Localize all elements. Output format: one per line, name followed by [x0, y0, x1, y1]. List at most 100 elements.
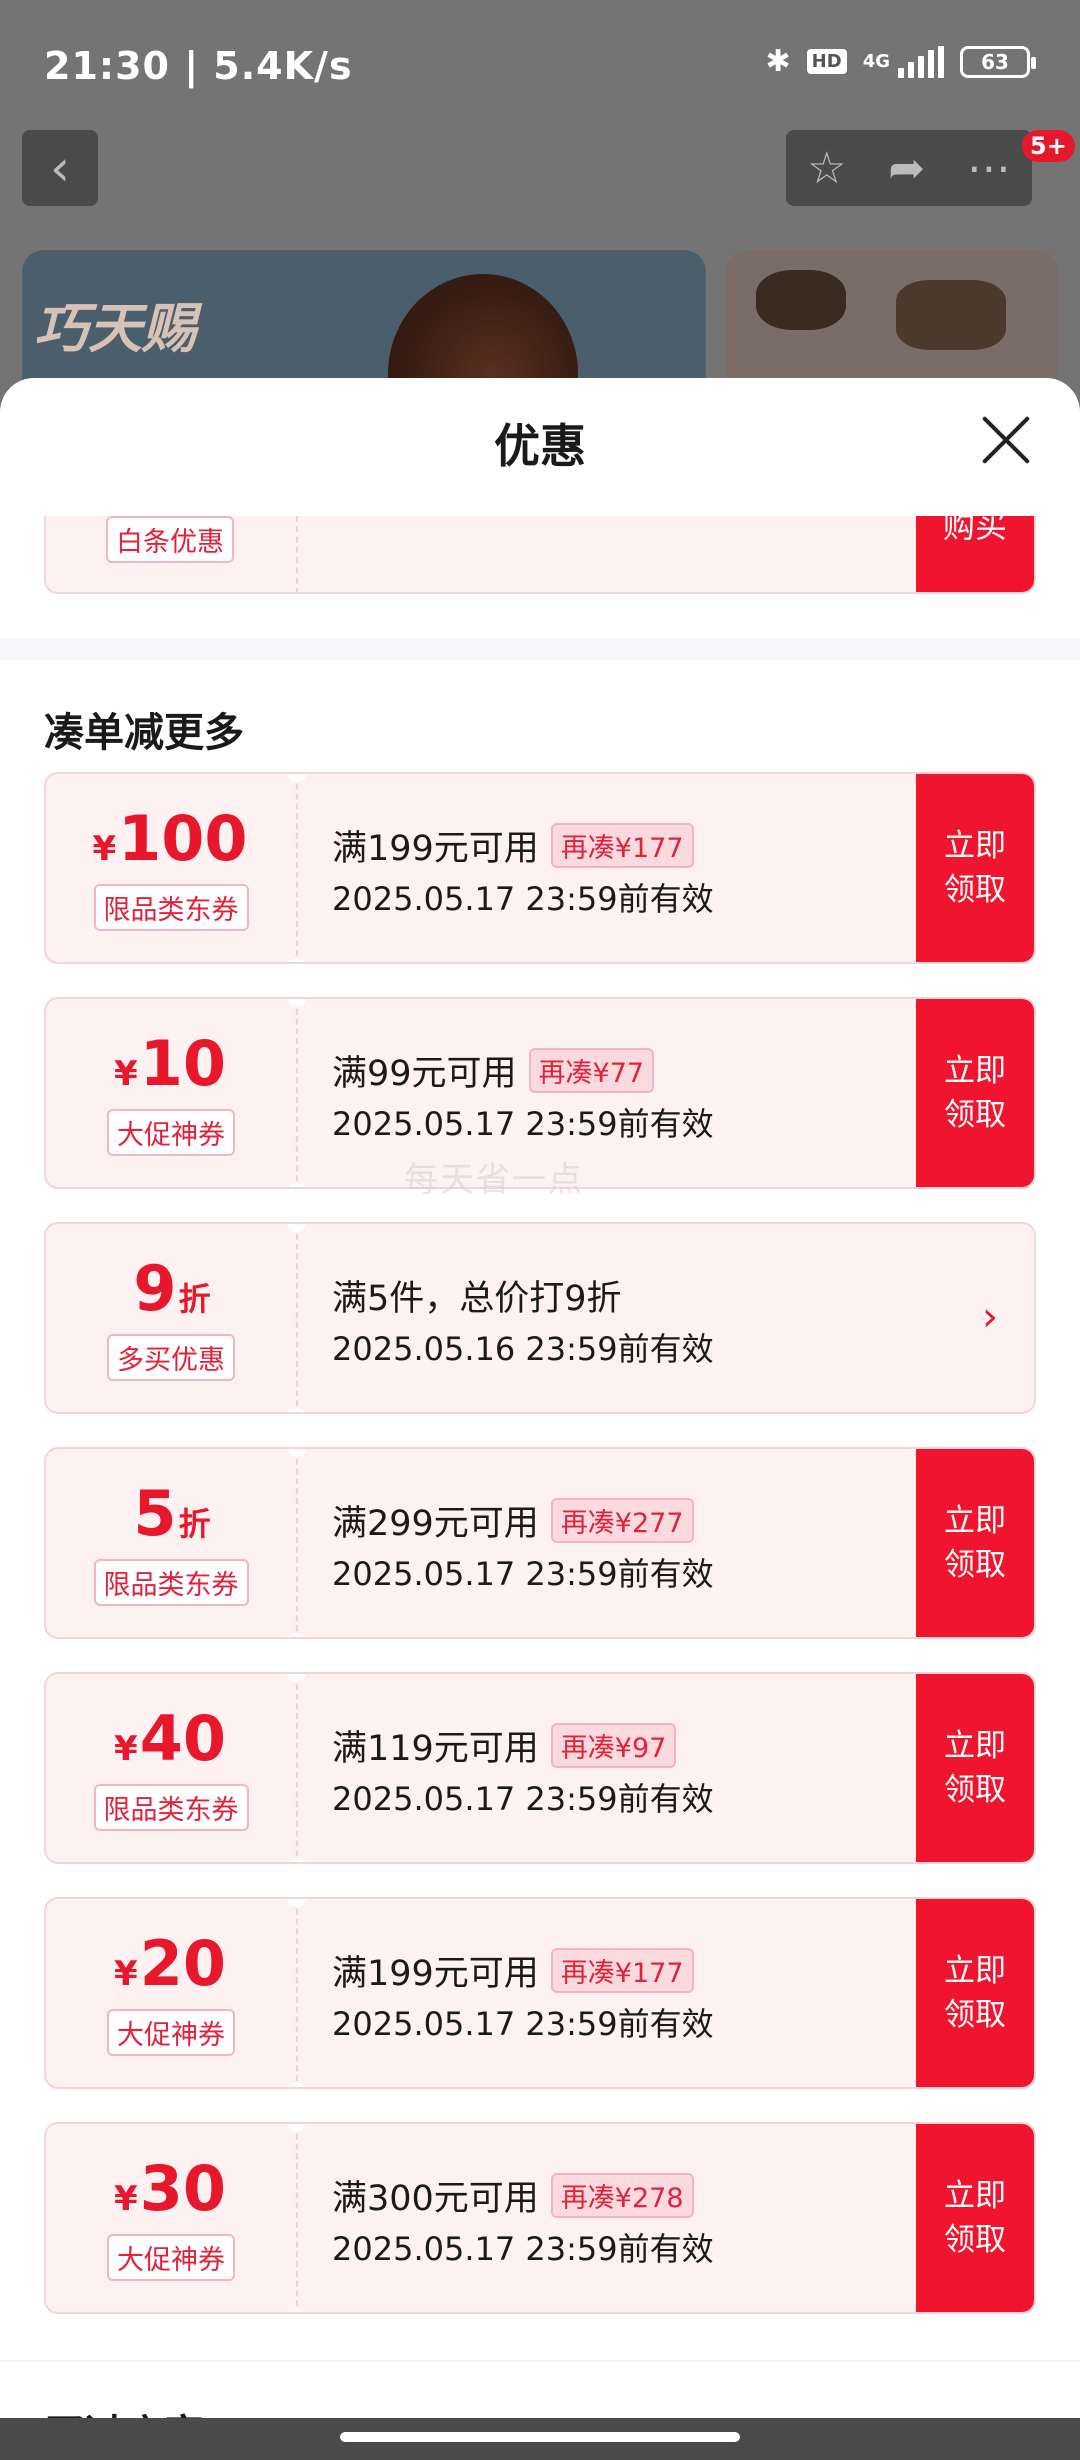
- coupon-amount: ¥100: [46, 804, 296, 884]
- favorite-star-icon[interactable]: ☆: [807, 143, 846, 194]
- coupon-condition: 满199元可用 再凑¥177: [332, 1945, 694, 1996]
- condition-text: 满119元可用: [332, 1729, 539, 1769]
- coupon-card: ¥100 限品类东券 满199元可用 再凑¥177 2025.05.17 23:5…: [44, 772, 1036, 964]
- share-icon[interactable]: ➦: [888, 143, 925, 194]
- coupon-validity: 2025.05.17 23:59前有效: [332, 2005, 714, 2043]
- coupon-amount: ¥40: [46, 1704, 296, 1784]
- coupon-validity: 2025.05.16 23:59前有效: [332, 1330, 714, 1368]
- buy-button[interactable]: 购买: [916, 516, 1034, 592]
- coupon-condition: 满299元可用 再凑¥277: [332, 1495, 694, 1546]
- claim-label-line1: 立即: [944, 2178, 1006, 2214]
- network-type: 4G: [862, 50, 890, 72]
- coupon-validity: 2025.05.17 23:59前有效: [332, 1105, 714, 1143]
- coupon-amount: ¥30: [46, 2154, 296, 2234]
- top-action-bar: ☆ ➦ ⋯: [786, 130, 1032, 206]
- coupon-badge: 大促神券: [107, 2009, 235, 2056]
- status-time: 21:30 | 5.4K/s: [44, 44, 353, 88]
- claim-button[interactable]: 立即 领取: [916, 999, 1034, 1187]
- more-icon[interactable]: ⋯: [967, 143, 1011, 194]
- claim-button[interactable]: 立即 领取: [916, 774, 1034, 962]
- coupon-divider: [287, 1674, 307, 1862]
- amount-unit: 折: [178, 1505, 211, 1543]
- system-nav-bar: [0, 2418, 1080, 2460]
- coupon-validity: 2025.05.17 23:59前有效: [332, 1780, 714, 1818]
- chevron-left-icon: ‹: [50, 139, 70, 197]
- coupon-badge: 大促神券: [107, 2234, 235, 2281]
- claim-label-line1: 立即: [944, 1503, 1006, 1539]
- claim-label-line1: 立即: [944, 1728, 1006, 1764]
- coupon-card: ¥30 大促神券 满300元可用 再凑¥278 2025.05.17 23:59前…: [44, 2122, 1036, 2314]
- coupon-divider: [287, 999, 307, 1187]
- coupon-badge: 大促神券: [107, 1109, 235, 1156]
- coupon-amount: 5折: [46, 1479, 296, 1559]
- bluetooth-icon: ✱: [765, 44, 791, 79]
- claim-label-line2: 领取: [944, 2222, 1006, 2258]
- sheet-title: 优惠: [494, 419, 586, 473]
- coupon-divider: [287, 2124, 307, 2312]
- coupon-card: ¥20 大促神券 满199元可用 再凑¥177 2025.05.17 23:59前…: [44, 1897, 1036, 2089]
- discount-sheet: 优惠 白条优惠 购买 凑单减更多 ¥100 限品类东券 满199元可用 再凑¥17…: [0, 378, 1080, 2418]
- claim-label-line1: 立即: [944, 828, 1006, 864]
- condition-text: 满299元可用: [332, 1504, 539, 1544]
- claim-label-line2: 领取: [944, 1997, 1006, 2033]
- section-title: 凑单减更多: [44, 710, 244, 756]
- condition-text: 满199元可用: [332, 829, 539, 869]
- currency-symbol: ¥: [114, 1054, 138, 1094]
- battery-icon: 63: [960, 45, 1036, 78]
- condition-text: 满199元可用: [332, 1954, 539, 1994]
- claim-button[interactable]: 立即 领取: [916, 2124, 1034, 2312]
- coupon-badge: 限品类东券: [93, 1559, 249, 1606]
- divider-line: [0, 2360, 1080, 2362]
- notification-badge: 5+: [1022, 130, 1075, 162]
- home-gesture-handle[interactable]: [340, 2432, 740, 2442]
- amount-value: 10: [139, 1027, 226, 1100]
- amount-value: 40: [139, 1702, 226, 1775]
- coupon-validity: 2025.05.17 23:59前有效: [332, 1555, 714, 1593]
- coupon-validity: 2025.05.17 23:59前有效: [332, 2230, 714, 2268]
- back-button[interactable]: ‹: [22, 130, 98, 206]
- coupon-amount: ¥10: [46, 1029, 296, 1109]
- condition-text: 满99元可用: [332, 1054, 517, 1094]
- coupon-card: 5折 限品类东券 满299元可用 再凑¥277 2025.05.17 23:59前…: [44, 1447, 1036, 1639]
- condition-text: 满300元可用: [332, 2179, 539, 2219]
- claim-button[interactable]: 立即 领取: [916, 1674, 1034, 1862]
- coupon-condition: 满199元可用 再凑¥177: [332, 820, 694, 871]
- claim-label-line2: 领取: [944, 872, 1006, 908]
- coupon-card: ¥40 限品类东券 满119元可用 再凑¥97 2025.05.17 23:59前…: [44, 1672, 1036, 1864]
- signal-icon: [898, 45, 944, 78]
- chevron-right-icon: ›: [982, 1294, 998, 1340]
- claim-button[interactable]: 立即 领取: [916, 1449, 1034, 1637]
- amount-unit: 折: [178, 1280, 211, 1318]
- claim-button[interactable]: 立即 领取: [916, 1899, 1034, 2087]
- coupon-badge: 限品类东券: [93, 884, 249, 931]
- coupon-condition: 满119元可用 再凑¥97: [332, 1720, 677, 1771]
- need-more-badge: 再凑¥177: [550, 1948, 694, 1993]
- claim-label-line1: 立即: [944, 1053, 1006, 1089]
- next-section-title: 买过店家: [44, 2402, 204, 2418]
- need-more-badge: 再凑¥278: [550, 2173, 694, 2218]
- claim-label-line2: 领取: [944, 1097, 1006, 1133]
- status-bar: 21:30 | 5.4K/s ✱ HD 4G 63: [0, 0, 1080, 130]
- coupon-divider: [287, 1899, 307, 2087]
- claim-label-line2: 领取: [944, 1772, 1006, 1808]
- section-separator: [0, 638, 1080, 660]
- amount-value: 100: [118, 802, 248, 875]
- coupon-condition: 满300元可用 再凑¥278: [332, 2170, 694, 2221]
- coupon-divider: [296, 516, 298, 592]
- amount-value: 5: [133, 1477, 177, 1550]
- amount-value: 30: [139, 2152, 226, 2225]
- coupon-amount: 9折: [46, 1254, 296, 1334]
- multi-buy-offer[interactable]: 9折 多买优惠 满5件，总价打9折 2025.05.16 23:59前有效 ›: [44, 1222, 1036, 1414]
- amount-value: 9: [133, 1252, 177, 1325]
- need-more-badge: 再凑¥177: [550, 823, 694, 868]
- coupon-card-partial: 白条优惠 购买: [44, 516, 1036, 594]
- coupon-badge: 白条优惠: [106, 516, 234, 563]
- close-icon[interactable]: [980, 414, 1032, 466]
- status-icons: ✱ HD 4G 63: [765, 44, 1036, 79]
- amount-value: 20: [139, 1927, 226, 2000]
- condition-text: 满5件，总价打9折: [332, 1279, 622, 1319]
- claim-label-line2: 领取: [944, 1547, 1006, 1583]
- need-more-badge: 再凑¥97: [550, 1723, 677, 1768]
- coupon-condition: 满5件，总价打9折: [332, 1270, 622, 1321]
- hd-icon: HD: [806, 49, 847, 74]
